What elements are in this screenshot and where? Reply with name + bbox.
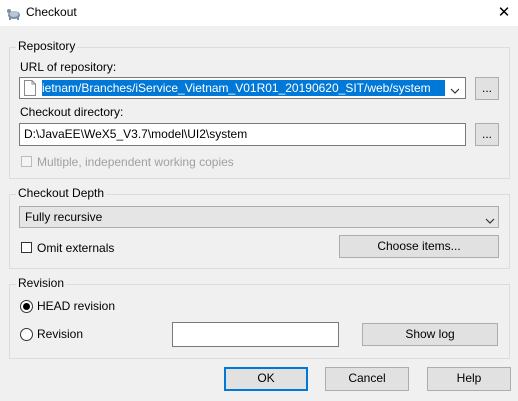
head-revision-radio[interactable] [20,300,33,313]
title-bar [0,0,518,26]
multiple-copies-checkbox[interactable] [21,156,32,167]
checkout-depth-group-label: Checkout Depth [16,186,107,200]
window-title: Checkout [26,5,77,19]
depth-dropdown[interactable]: Fully recursive [19,206,499,228]
radio-selected-dot [23,303,30,310]
browse-url-button[interactable]: ... [475,77,499,100]
revision-radio[interactable] [20,328,33,341]
cancel-button[interactable]: Cancel [325,367,409,391]
depth-selected: Fully recursive [25,210,103,224]
checkout-dir-value: D:\JavaEE\WeX5_V3.7\model\UI2\system [24,127,248,141]
chevron-down-icon[interactable] [450,84,460,98]
checkout-dir-input[interactable]: D:\JavaEE\WeX5_V3.7\model\UI2\system [19,123,466,146]
revision-input[interactable] [172,322,339,347]
checkout-dir-label: Checkout directory: [20,105,124,119]
browse-dir-button[interactable]: ... [475,123,499,146]
repository-group-label: Repository [16,39,78,53]
help-button[interactable]: Help [427,367,511,391]
file-icon [24,80,36,99]
head-revision-label: HEAD revision [37,299,116,313]
close-icon[interactable]: ✕ [490,0,518,26]
url-combobox[interactable]: ietnam/Branches/iService_Vietnam_V01R01_… [19,77,466,99]
multiple-copies-label: Multiple, independent working copies [37,155,234,169]
url-label: URL of repository: [20,60,117,74]
omit-externals-label: Omit externals [37,241,115,255]
revision-group-label: Revision [16,276,67,290]
show-log-button[interactable]: Show log [362,323,498,346]
url-input[interactable]: ietnam/Branches/iService_Vietnam_V01R01_… [42,80,445,96]
omit-externals-checkbox[interactable] [21,242,32,253]
revision-label: Revision [37,327,84,341]
choose-items-button[interactable]: Choose items... [339,235,499,258]
ok-button[interactable]: OK [224,367,308,391]
tortoise-svn-icon [6,5,22,21]
chevron-down-icon [485,214,495,228]
